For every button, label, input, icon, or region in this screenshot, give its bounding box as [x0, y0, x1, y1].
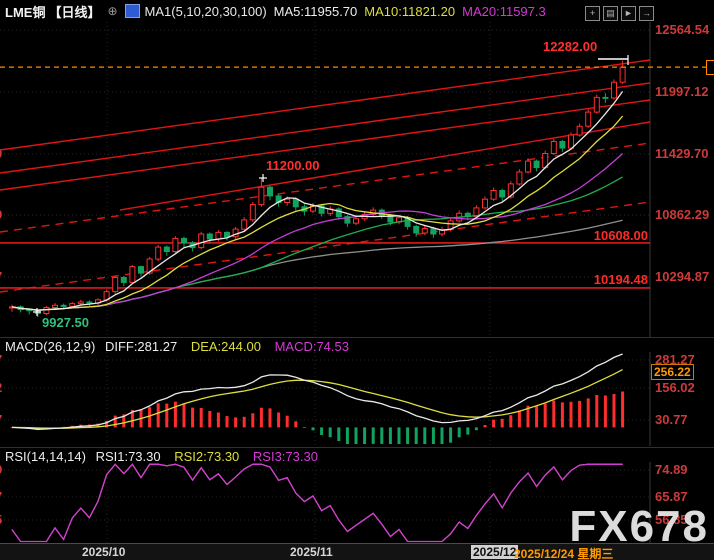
panel-separator	[0, 337, 714, 338]
current-price-label-clipped	[706, 60, 714, 75]
clipped-axis-label: 9	[0, 462, 2, 477]
time-axis-label: 2025/12	[471, 545, 518, 559]
price-level-label: 10608.00	[594, 228, 648, 243]
export-icon[interactable]: →	[639, 6, 654, 21]
price-axis-label: 10294.87	[655, 269, 709, 284]
high-marker-label: 12282.00	[543, 39, 597, 54]
ma10-value-label: MA10:11821.20	[364, 4, 455, 19]
price-axis-label: 11429.70	[655, 146, 709, 161]
chart-toolbar: +▤►→	[585, 6, 654, 21]
indicator-window-icon[interactable]: ▤	[603, 6, 618, 21]
instrument-title: LME铜	[5, 2, 45, 21]
local-high-marker-label: 11200.00	[266, 158, 320, 173]
price-axis-label: 10862.29	[655, 207, 709, 222]
trading-chart-window: LME铜 【日线】 ⊕ MA1(5,10,20,30,100) MA5:1195…	[0, 0, 714, 560]
low-marker-label: 9927.50	[42, 315, 89, 330]
clipped-axis-label: 5	[0, 512, 2, 527]
rsi-axis-label: 74.89	[655, 462, 688, 477]
main-candlestick-chart[interactable]	[0, 22, 714, 337]
price-level-label: 10194.48	[594, 272, 648, 287]
price-axis-label: 11997.12	[655, 84, 709, 99]
add-indicator-icon[interactable]: ⊕	[107, 4, 117, 18]
pan-crosshair-icon[interactable]: +	[585, 6, 600, 21]
time-axis-label: 2025/11	[290, 545, 333, 559]
clipped-axis-label: 0	[0, 146, 2, 161]
panel-separator-2	[0, 447, 714, 448]
macd-axis-label: 30.77	[655, 412, 688, 427]
clipped-axis-label: 2	[0, 380, 2, 395]
clipped-axis-label: 7	[0, 269, 2, 284]
ma5-value-label: MA5:11955.70	[274, 4, 358, 19]
macd-current-value-badge: 256.22	[651, 364, 694, 380]
watermark-logo: FX678	[569, 505, 709, 549]
ma20-value-label: MA20:11597.3	[462, 4, 546, 19]
macd-axis-label: 156.02	[655, 380, 695, 395]
indicator-settings-icon[interactable]	[125, 4, 140, 18]
period-label: 【日线】	[48, 2, 100, 21]
macd-panel-chart[interactable]	[0, 352, 714, 446]
clipped-axis-label: 7	[0, 489, 2, 504]
ma-settings-label: MA1(5,10,20,30,100)	[145, 4, 267, 19]
clipped-axis-label: 7	[0, 412, 2, 427]
clipped-axis-label: 9	[0, 207, 2, 222]
time-axis-label: 2025/10	[82, 545, 125, 559]
clipped-axis-label: 7	[0, 352, 2, 367]
chart-flag-icon[interactable]: ►	[621, 6, 636, 21]
price-axis-label: 12564.54	[655, 22, 709, 37]
